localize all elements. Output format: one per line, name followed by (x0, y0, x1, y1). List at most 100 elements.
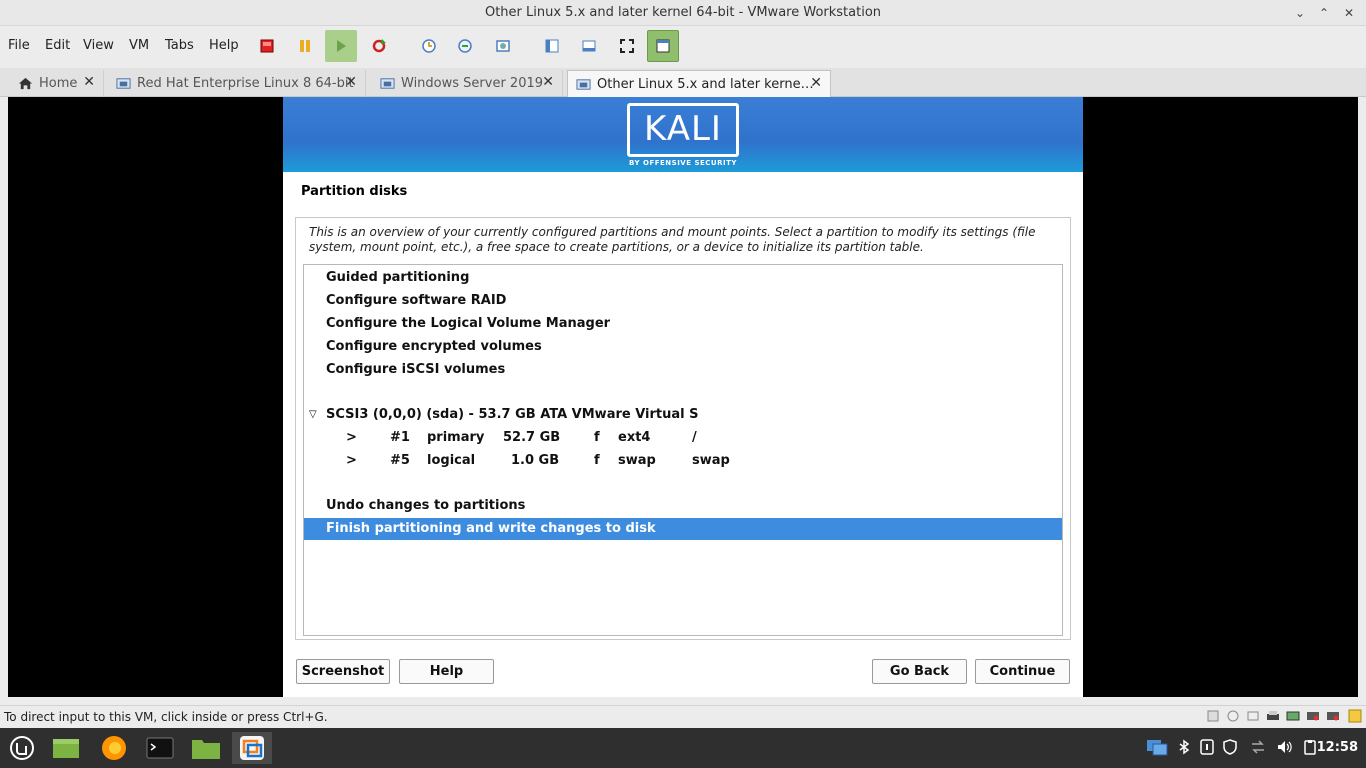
snapshot-button[interactable] (413, 30, 445, 62)
option-iscsi-volumes[interactable]: Configure iSCSI volumes (304, 359, 1062, 381)
menu-tabs[interactable]: Tabs (165, 38, 194, 53)
terminal-icon (146, 737, 174, 759)
option-finish-partitioning[interactable]: Finish partitioning and write changes to… (304, 518, 1062, 540)
status-bar: To direct input to this VM, click inside… (0, 705, 1366, 727)
shield-icon[interactable] (1222, 739, 1238, 755)
step-title: Partition disks (301, 184, 408, 199)
vm-display[interactable]: KALI BY OFFENSIVE SECURITY Partition dis… (8, 97, 1358, 697)
fullscreen-button[interactable] (611, 30, 643, 62)
partition-arrow-icon: > (346, 430, 357, 445)
vmware-icon (240, 736, 264, 760)
disk-sda-row[interactable]: ▽ SCSI3 (0,0,0) (sda) - 53.7 GB ATA VMwa… (304, 404, 1062, 426)
option-guided-partitioning[interactable]: Guided partitioning (304, 267, 1062, 289)
partition-filesystem: ext4 (618, 430, 651, 445)
tab-close-icon[interactable]: ✕ (542, 74, 554, 90)
tab-close-icon[interactable]: ✕ (83, 74, 95, 90)
vm-icon (576, 78, 591, 90)
fullscreen-icon (620, 39, 634, 53)
terminal-button[interactable] (140, 732, 180, 764)
partition-row[interactable]: > #5 logical 1.0 GB f swap swap (304, 450, 1062, 472)
tab-close-icon[interactable]: ✕ (345, 74, 357, 90)
power-off-icon (260, 39, 274, 53)
kali-banner: KALI BY OFFENSIVE SECURITY (283, 97, 1083, 172)
menu-edit[interactable]: Edit (45, 38, 70, 53)
hdd-status-icon[interactable] (1206, 709, 1220, 723)
menu-help[interactable]: Help (209, 38, 239, 53)
cdrom-status-icon[interactable] (1226, 709, 1240, 723)
vm-icon (116, 78, 131, 89)
console-view-icon (582, 40, 596, 52)
installer-window: KALI BY OFFENSIVE SECURITY Partition dis… (283, 97, 1083, 697)
mint-menu-button[interactable] (2, 732, 42, 764)
sound-status-icon[interactable] (1306, 709, 1320, 723)
vmware-taskbar-button[interactable] (232, 732, 272, 764)
tab-windows-server[interactable]: Windows Server 2019 ✕ (372, 70, 563, 97)
console-view-button[interactable] (573, 30, 605, 62)
display-status-icon[interactable] (1326, 709, 1340, 723)
menu-vm[interactable]: VM (129, 38, 149, 53)
partition-filesystem: swap (618, 453, 656, 468)
power-off-button[interactable] (251, 30, 283, 62)
home-icon (18, 77, 33, 90)
bluetooth-icon[interactable] (1176, 739, 1192, 755)
help-button[interactable]: Help (399, 659, 494, 684)
play-icon (337, 40, 346, 52)
option-encrypted-volumes[interactable]: Configure encrypted volumes (304, 336, 1062, 358)
screenshot-button[interactable]: Screenshot (296, 659, 390, 684)
show-desktop-button[interactable] (46, 732, 86, 764)
tab-home[interactable]: Home ✕ (10, 70, 104, 97)
kali-logo-subtitle: BY OFFENSIVE SECURITY (629, 159, 737, 167)
menu-file[interactable]: File (8, 38, 30, 53)
partition-mount: / (692, 430, 697, 445)
close-window-button[interactable]: ✕ (1339, 3, 1359, 23)
printer-status-icon[interactable] (1266, 709, 1280, 723)
window-titlebar: Other Linux 5.x and later kernel 64-bit … (0, 0, 1366, 26)
partition-flag: f (594, 430, 600, 445)
restart-button[interactable] (363, 30, 395, 62)
minimize-button[interactable]: ⌄ (1290, 3, 1310, 23)
revert-snapshot-button[interactable] (449, 30, 481, 62)
network-status-icon[interactable] (1246, 709, 1260, 723)
files-button[interactable] (186, 732, 226, 764)
input-method-icon[interactable] (1199, 739, 1215, 755)
go-back-button[interactable]: Go Back (872, 659, 967, 684)
continue-button[interactable]: Continue (975, 659, 1070, 684)
suspend-button[interactable] (289, 30, 321, 62)
maximize-button[interactable]: ⌃ (1314, 3, 1334, 23)
sidebar-icon (545, 39, 559, 53)
option-lvm[interactable]: Configure the Logical Volume Manager (304, 313, 1062, 335)
kali-logo: KALI (627, 103, 739, 157)
sidebar-button[interactable] (536, 30, 568, 62)
vm-icon (380, 78, 395, 89)
suspend-icon (300, 40, 310, 52)
tab-label: Other Linux 5.x and later kerne… (597, 76, 814, 92)
firefox-button[interactable] (94, 732, 134, 764)
partition-mount: swap (692, 453, 730, 468)
snapshot-manager-button[interactable] (487, 30, 519, 62)
status-message: To direct input to this VM, click inside… (4, 710, 328, 724)
network-icon[interactable] (1250, 739, 1266, 755)
message-log-icon[interactable] (1348, 709, 1362, 723)
unity-icon (656, 39, 670, 53)
play-button[interactable] (325, 30, 357, 62)
tab-close-icon[interactable]: ✕ (810, 75, 822, 91)
partition-flag: f (594, 453, 600, 468)
expand-triangle-icon[interactable]: ▽ (309, 404, 317, 426)
option-software-raid[interactable]: Configure software RAID (304, 290, 1062, 312)
volume-icon[interactable] (1276, 739, 1292, 755)
partition-number: #5 (390, 453, 410, 468)
unity-button[interactable] (647, 30, 679, 62)
usb-status-icon[interactable] (1286, 709, 1300, 723)
clock[interactable]: 12:58 (1317, 740, 1358, 755)
partition-row[interactable]: > #1 primary 52.7 GB f ext4 / (304, 427, 1062, 449)
tab-label: Windows Server 2019 (401, 76, 544, 91)
tab-rhel8[interactable]: Red Hat Enterprise Linux 8 64-bit ✕ (108, 70, 366, 97)
tab-other-linux[interactable]: Other Linux 5.x and later kerne… ✕ (567, 70, 831, 97)
clipboard-icon[interactable] (1302, 739, 1318, 755)
partition-number: #1 (390, 430, 410, 445)
menu-view[interactable]: View (83, 38, 114, 53)
partition-size: 1.0 GB (511, 453, 560, 468)
network-manager-icon[interactable] (1146, 737, 1168, 757)
option-undo-changes[interactable]: Undo changes to partitions (304, 495, 1062, 517)
partition-size: 52.7 GB (503, 430, 561, 445)
